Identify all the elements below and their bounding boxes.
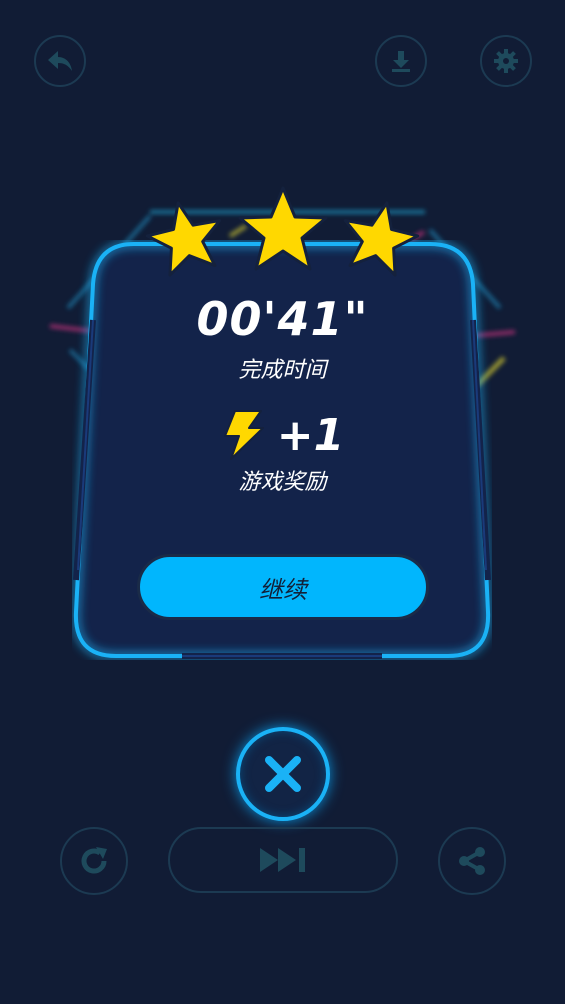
skip-level-button[interactable] (168, 827, 398, 893)
skip-forward-icon (260, 848, 305, 872)
reward-row: +1 (0, 408, 565, 462)
share-icon (459, 847, 485, 875)
download-button[interactable] (375, 35, 427, 87)
close-button[interactable] (236, 727, 330, 821)
reward-amount: +1 (276, 409, 345, 461)
download-icon (392, 51, 410, 72)
settings-button[interactable] (480, 35, 532, 87)
restart-button[interactable] (60, 827, 128, 895)
lightning-bolt-icon (223, 410, 264, 460)
back-button[interactable] (34, 35, 86, 87)
share-button[interactable] (438, 827, 506, 895)
back-arrow-icon (48, 51, 72, 71)
reward-label: 游戏奖励 (238, 470, 327, 495)
restart-icon (81, 847, 107, 874)
continue-button[interactable]: 继续 (137, 554, 429, 620)
close-icon (265, 756, 301, 792)
completion-time: 00'41" (196, 292, 369, 346)
completion-time-label: 完成时间 (238, 358, 327, 383)
gear-icon (494, 49, 518, 73)
